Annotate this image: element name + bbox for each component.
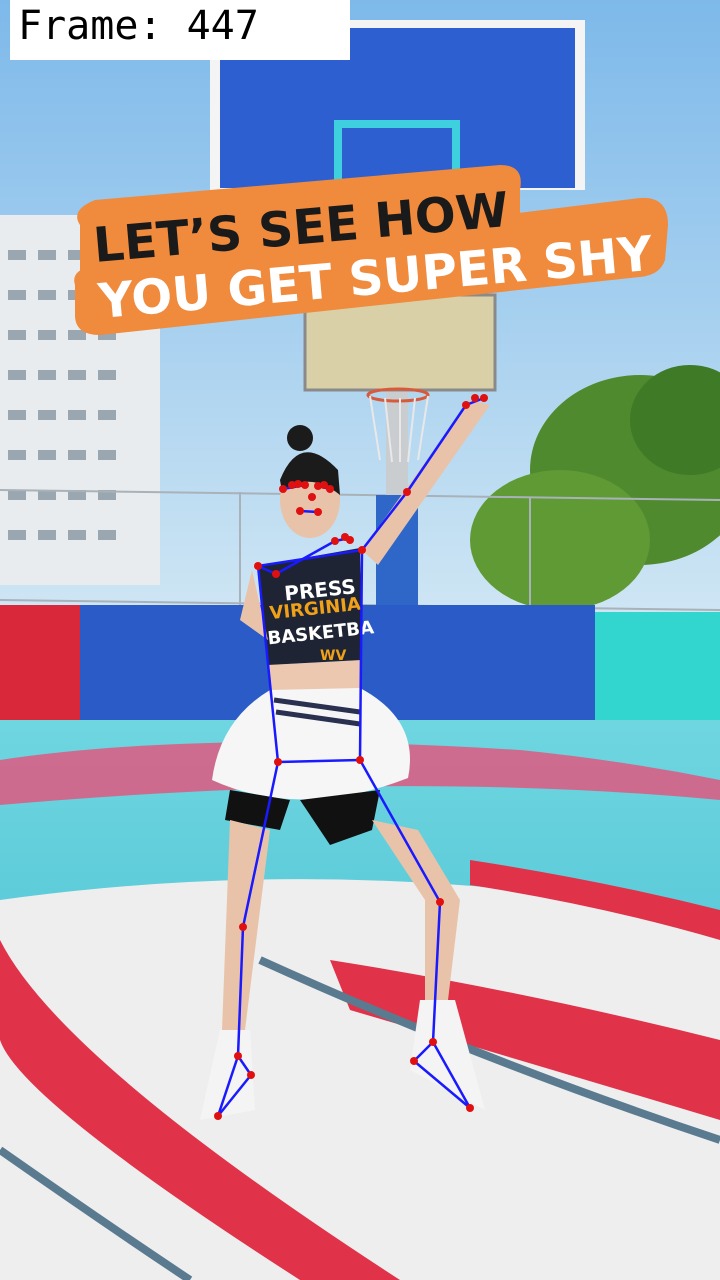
keypoint-dot	[274, 758, 282, 766]
keypoint-dot	[314, 508, 322, 516]
video-frame: PRESS VIRGINIA BASKETBA WV LET’S SEE HOW…	[0, 0, 720, 1280]
keypoint-dot	[466, 1104, 474, 1112]
frame-counter: Frame: 447	[10, 0, 350, 60]
keypoint-dot	[462, 401, 470, 409]
keypoint-dot	[403, 488, 411, 496]
keypoint-dot	[480, 394, 488, 402]
keypoint-dot	[247, 1071, 255, 1079]
keypoint-dot	[346, 536, 354, 544]
keypoint-dot	[436, 898, 444, 906]
keypoint-dot	[272, 570, 280, 578]
keypoint-dot	[308, 493, 316, 501]
keypoint-dot	[214, 1112, 222, 1120]
keypoint-dot	[296, 507, 304, 515]
keypoint-dot	[254, 562, 262, 570]
keypoint-dot	[331, 537, 339, 545]
keypoint-dot	[429, 1038, 437, 1046]
keypoint-dot	[471, 394, 479, 402]
keypoint-dot	[358, 546, 366, 554]
keypoint-dot	[234, 1052, 242, 1060]
keypoint-dot	[410, 1057, 418, 1065]
shirt-logo: WV	[320, 648, 346, 664]
keypoint-dot	[294, 480, 302, 488]
keypoint-dot	[239, 923, 247, 931]
keypoint-dot	[301, 481, 309, 489]
keypoint-dot	[356, 756, 364, 764]
keypoint-dot	[279, 485, 287, 493]
keypoint-dot	[326, 485, 334, 493]
